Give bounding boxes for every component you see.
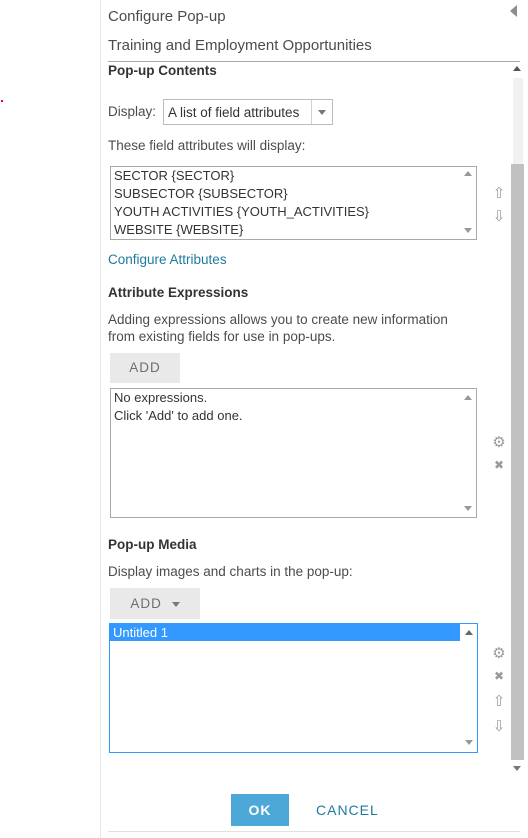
list-scrollbar[interactable] — [461, 168, 475, 238]
move-down-icon[interactable]: ⇩ — [491, 717, 507, 735]
scroll-up-icon[interactable] — [464, 395, 472, 400]
expressions-description-line1: Adding expressions allows you to create … — [108, 312, 448, 327]
panel-scrollbar-thumb[interactable] — [511, 164, 524, 760]
list-item[interactable]: YOUTH ACTIVITIES {YOUTH_ACTIVITIES} — [111, 203, 459, 221]
scroll-down-icon[interactable] — [465, 740, 473, 745]
gear-icon[interactable]: ⚙ — [491, 433, 507, 451]
scroll-down-icon[interactable] — [464, 228, 472, 233]
expressions-description-line2: from existing fields for use in pop-ups. — [108, 329, 336, 344]
delete-icon[interactable]: ✖ — [491, 669, 507, 683]
chevron-down-icon — [171, 601, 180, 607]
display-label: Display: — [108, 104, 157, 119]
move-up-icon[interactable]: ⇧ — [491, 692, 507, 710]
delete-icon[interactable]: ✖ — [491, 458, 507, 472]
contents-heading: Pop-up Contents — [108, 63, 217, 78]
field-attributes-list[interactable]: SECTOR {SECTOR} SUBSECTOR {SUBSECTOR} YO… — [110, 166, 477, 240]
collapse-panel-icon[interactable] — [510, 5, 517, 17]
list-scrollbar[interactable] — [461, 390, 475, 516]
empty-message-line1: No expressions. — [114, 390, 208, 405]
media-list[interactable]: Untitled 1 — [109, 623, 478, 753]
add-expression-button[interactable]: ADD — [110, 353, 180, 383]
configure-attributes-link[interactable]: Configure Attributes — [108, 252, 227, 267]
move-down-icon[interactable]: ⇩ — [491, 207, 507, 225]
panel-scroll-down-icon[interactable] — [513, 766, 521, 771]
gear-icon[interactable]: ⚙ — [491, 644, 507, 662]
footer-divider — [108, 831, 520, 832]
empty-message-line2: Click 'Add' to add one. — [114, 408, 243, 423]
list-item[interactable]: SECTOR {SECTOR} — [111, 167, 459, 185]
expressions-heading: Attribute Expressions — [108, 285, 249, 300]
header-divider — [108, 61, 520, 62]
map-area — [0, 0, 100, 838]
list-item[interactable]: Untitled 1 — [110, 624, 460, 641]
add-media-button[interactable]: ADD — [110, 588, 200, 619]
scroll-up-icon[interactable] — [464, 171, 472, 176]
media-description: Display images and charts in the pop-up: — [108, 564, 353, 579]
cancel-button[interactable]: CANCEL — [316, 794, 379, 826]
expressions-list[interactable]: No expressions. Click 'Add' to add one. — [110, 388, 477, 518]
display-select[interactable]: A list of field attributes — [163, 99, 333, 125]
map-marker — [1, 100, 3, 102]
ok-button[interactable]: OK — [231, 794, 289, 826]
add-media-label: ADD — [130, 596, 162, 611]
display-select-value: A list of field attributes — [168, 105, 300, 120]
list-item[interactable]: WEBSITE {WEBSITE} — [111, 221, 459, 239]
list-item[interactable]: SUBSECTOR {SUBSECTOR} — [111, 185, 459, 203]
list-scrollbar[interactable] — [462, 625, 476, 751]
layer-name: Training and Employment Opportunities — [108, 37, 372, 54]
move-up-icon[interactable]: ⇧ — [491, 184, 507, 202]
scroll-up-icon[interactable] — [465, 630, 473, 635]
panel-scroll-up-icon[interactable] — [513, 66, 521, 71]
panel-title: Configure Pop-up — [108, 8, 226, 25]
chevron-down-icon[interactable] — [311, 100, 332, 124]
media-heading: Pop-up Media — [108, 537, 197, 552]
scroll-down-icon[interactable] — [464, 506, 472, 511]
fields-label: These field attributes will display: — [108, 138, 306, 153]
